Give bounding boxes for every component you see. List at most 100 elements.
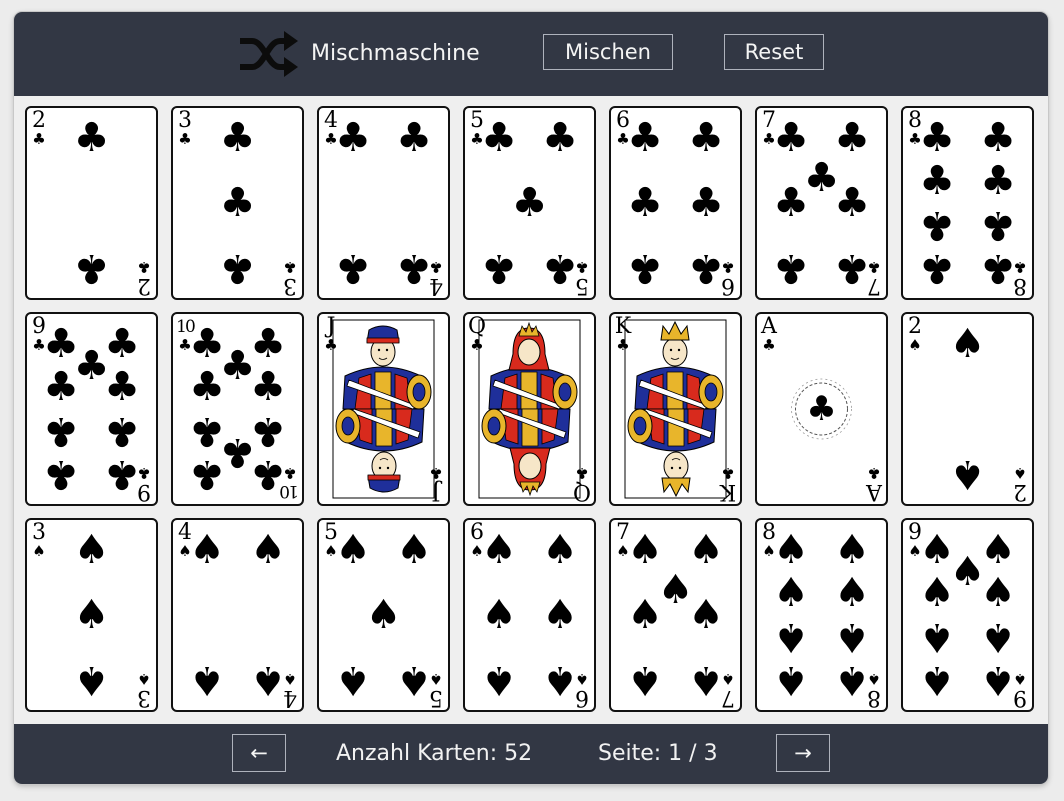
card-rank: 2 — [1013, 479, 1027, 504]
card-suit-symbol: ♠ — [1013, 464, 1027, 482]
card-corner-index: 3 ♣ — [279, 258, 301, 298]
card-rank: Q — [572, 479, 592, 504]
playing-card[interactable]: ♣ ♣ ♣ ♣ 4 ♣ 4 ♣ — [317, 106, 450, 300]
playing-card[interactable]: ♣ ♣ 2 ♣ 2 ♣ — [25, 106, 158, 300]
suit-pip: ♠ — [74, 657, 110, 703]
card-rank: 5 — [429, 685, 443, 710]
card-corner-index: 6 ♠ — [466, 520, 488, 560]
card-corner-index: 9 ♠ — [1009, 670, 1031, 710]
card-suit-symbol: ♠ — [1013, 670, 1027, 688]
suit-pip: ♣ — [189, 364, 225, 410]
suit-pip: ♣ — [980, 202, 1016, 248]
suit-pip: ♠ — [950, 321, 986, 367]
suit-pip: ♣ — [980, 158, 1016, 204]
card-suit-symbol: ♣ — [1013, 258, 1027, 276]
suit-pip: ♠ — [542, 592, 578, 638]
suit-pip: ♠ — [688, 592, 724, 638]
card-suit-symbol: ♣ — [470, 336, 484, 354]
suit-pip: ♣ — [834, 115, 870, 161]
playing-card[interactable]: ♣ ♣ ♣ ♣ ♣ ♣ 6 ♣ 6 ♣ — [609, 106, 742, 300]
playing-card[interactable]: ♣ ♣ ♣ ♣ ♣ ♣ ♣ ♣ ♣ ♣ 10 ♣ 10 ♣ — [171, 312, 304, 506]
suit-pip: ♣ — [919, 158, 955, 204]
card-suit-symbol: ♠ — [32, 542, 46, 560]
playing-card[interactable]: ♠ ♠ ♠ ♠ ♠ ♠ 6 ♠ 6 ♠ — [463, 518, 596, 712]
playing-card[interactable]: ♠ ♠ ♠ ♠ ♠ ♠ ♠ ♠ 8 ♠ 8 ♠ — [755, 518, 888, 712]
card-rank: 9 — [32, 314, 46, 339]
card-suit-symbol: ♣ — [324, 336, 338, 354]
playing-card[interactable]: ♣ ♣ ♣ ♣ ♣ ♣ ♣ ♣ ♣ 9 ♣ 9 ♣ — [25, 312, 158, 506]
card-suit-symbol: ♠ — [721, 670, 735, 688]
card-rank: 4 — [178, 520, 192, 545]
card-corner-index: 4 ♣ — [425, 258, 447, 298]
card-corner-index: 3 ♠ — [28, 522, 50, 560]
card-corner-index: 5 ♣ — [466, 110, 488, 147]
footer-bar: ← Anzahl Karten: 52 Seite: 1 / 3 → — [14, 724, 1048, 784]
playing-card[interactable]: K ♣ K ♣ — [609, 312, 742, 506]
card-rank: 9 — [908, 520, 922, 545]
playing-card[interactable]: ♣ ♣ ♣ ♣ ♣ 5 ♣ 5 ♣ — [463, 106, 596, 300]
shuffle-button[interactable]: Mischen — [543, 34, 673, 70]
card-corner-index: Q ♣ — [571, 464, 593, 504]
card-suit-symbol: ♠ — [470, 542, 484, 560]
playing-card[interactable]: ♠ ♠ ♠ ♠ ♠ 5 ♠ 5 ♠ — [317, 518, 450, 712]
card-suit-symbol: ♣ — [867, 258, 881, 276]
suit-pip: ♣ — [220, 245, 256, 291]
suit-pip: ♣ — [542, 115, 578, 161]
suit-pip: ♠ — [834, 570, 870, 616]
playing-card[interactable]: Q ♣ Q ♣ — [463, 312, 596, 506]
card-suit-symbol: ♠ — [908, 542, 922, 560]
playing-card[interactable]: ♣ ♣ ♣ ♣ ♣ ♣ ♣ ♣ 8 ♣ 8 ♣ — [901, 106, 1034, 300]
playing-card[interactable]: ♠ ♠ ♠ ♠ ♠ ♠ ♠ ♠ ♠ 9 ♠ 9 ♠ — [901, 518, 1034, 712]
suit-pip: ♠ — [980, 527, 1016, 573]
reset-button[interactable]: Reset — [724, 34, 824, 70]
suit-pip: ♠ — [919, 614, 955, 660]
suit-pip: ♣ — [773, 245, 809, 291]
suit-pip: ♠ — [773, 614, 809, 660]
suit-pip: ♠ — [980, 570, 1016, 616]
playing-card[interactable]: ♠ ♠ ♠ 3 ♠ 3 ♠ — [25, 518, 158, 712]
playing-card[interactable]: ♣ ♣ ♣ ♣ ♣ ♣ ♣ 7 ♣ 7 ♣ — [755, 106, 888, 300]
playing-card[interactable]: ♠ ♠ ♠ ♠ 4 ♠ 4 ♠ — [171, 518, 304, 712]
suit-pip: ♠ — [189, 657, 225, 703]
playing-card[interactable]: J ♣ J ♣ — [317, 312, 450, 506]
suit-pip: ♣ — [481, 245, 517, 291]
card-corner-index: 6 ♠ — [571, 670, 593, 710]
card-corner-index: 7 ♠ — [612, 522, 634, 559]
playing-card[interactable]: ♣ A ♣ A ♣ — [755, 312, 888, 506]
card-rank: 8 — [1013, 273, 1027, 298]
playing-card[interactable]: ♠ ♠ 2 ♠ 2 ♠ — [901, 312, 1034, 506]
card-rank: A — [761, 314, 777, 339]
suit-pip: ♠ — [366, 592, 402, 638]
card-rank: K — [719, 479, 737, 504]
suit-pip: ♠ — [250, 527, 286, 573]
card-corner-index: 9 ♠ — [904, 520, 926, 560]
suit-pip: ♠ — [773, 657, 809, 703]
card-suit-symbol: ♣ — [324, 130, 338, 148]
card-rank: 4 — [283, 685, 297, 710]
card-rank: 6 — [470, 520, 484, 545]
card-corner-index: 3 ♣ — [174, 110, 196, 147]
suit-pip: ♣ — [220, 180, 256, 226]
card-rank: 5 — [324, 520, 338, 545]
suit-pip: ♣ — [688, 180, 724, 226]
playing-card[interactable]: ♣ ♣ ♣ 3 ♣ 3 ♣ — [171, 106, 304, 300]
shuffle-icon — [240, 31, 298, 77]
suit-pip: ♣ — [104, 321, 140, 367]
card-corner-index: 4 ♣ — [320, 108, 342, 148]
card-rank: 4 — [324, 108, 338, 133]
suit-pip: ♠ — [834, 527, 870, 573]
suit-pip: ♣ — [806, 389, 836, 429]
card-corner-index: 6 ♣ — [717, 258, 739, 298]
card-corner-index: 2 ♠ — [1009, 464, 1031, 504]
card-corner-index: 2 ♠ — [904, 316, 926, 353]
header-bar: Mischmaschine Mischen Reset — [14, 12, 1048, 96]
card-corner-index: 7 ♣ — [863, 258, 885, 298]
suit-pip: ♠ — [950, 451, 986, 497]
card-suit-symbol: ♣ — [762, 336, 776, 354]
card-suit-symbol: ♠ — [178, 542, 192, 560]
card-rank: 6 — [575, 685, 589, 710]
next-page-button[interactable]: → — [776, 734, 830, 772]
playing-card[interactable]: ♠ ♠ ♠ ♠ ♠ ♠ ♠ 7 ♠ 7 ♠ — [609, 518, 742, 712]
suit-pip: ♣ — [43, 451, 79, 497]
previous-page-button[interactable]: ← — [232, 734, 286, 772]
